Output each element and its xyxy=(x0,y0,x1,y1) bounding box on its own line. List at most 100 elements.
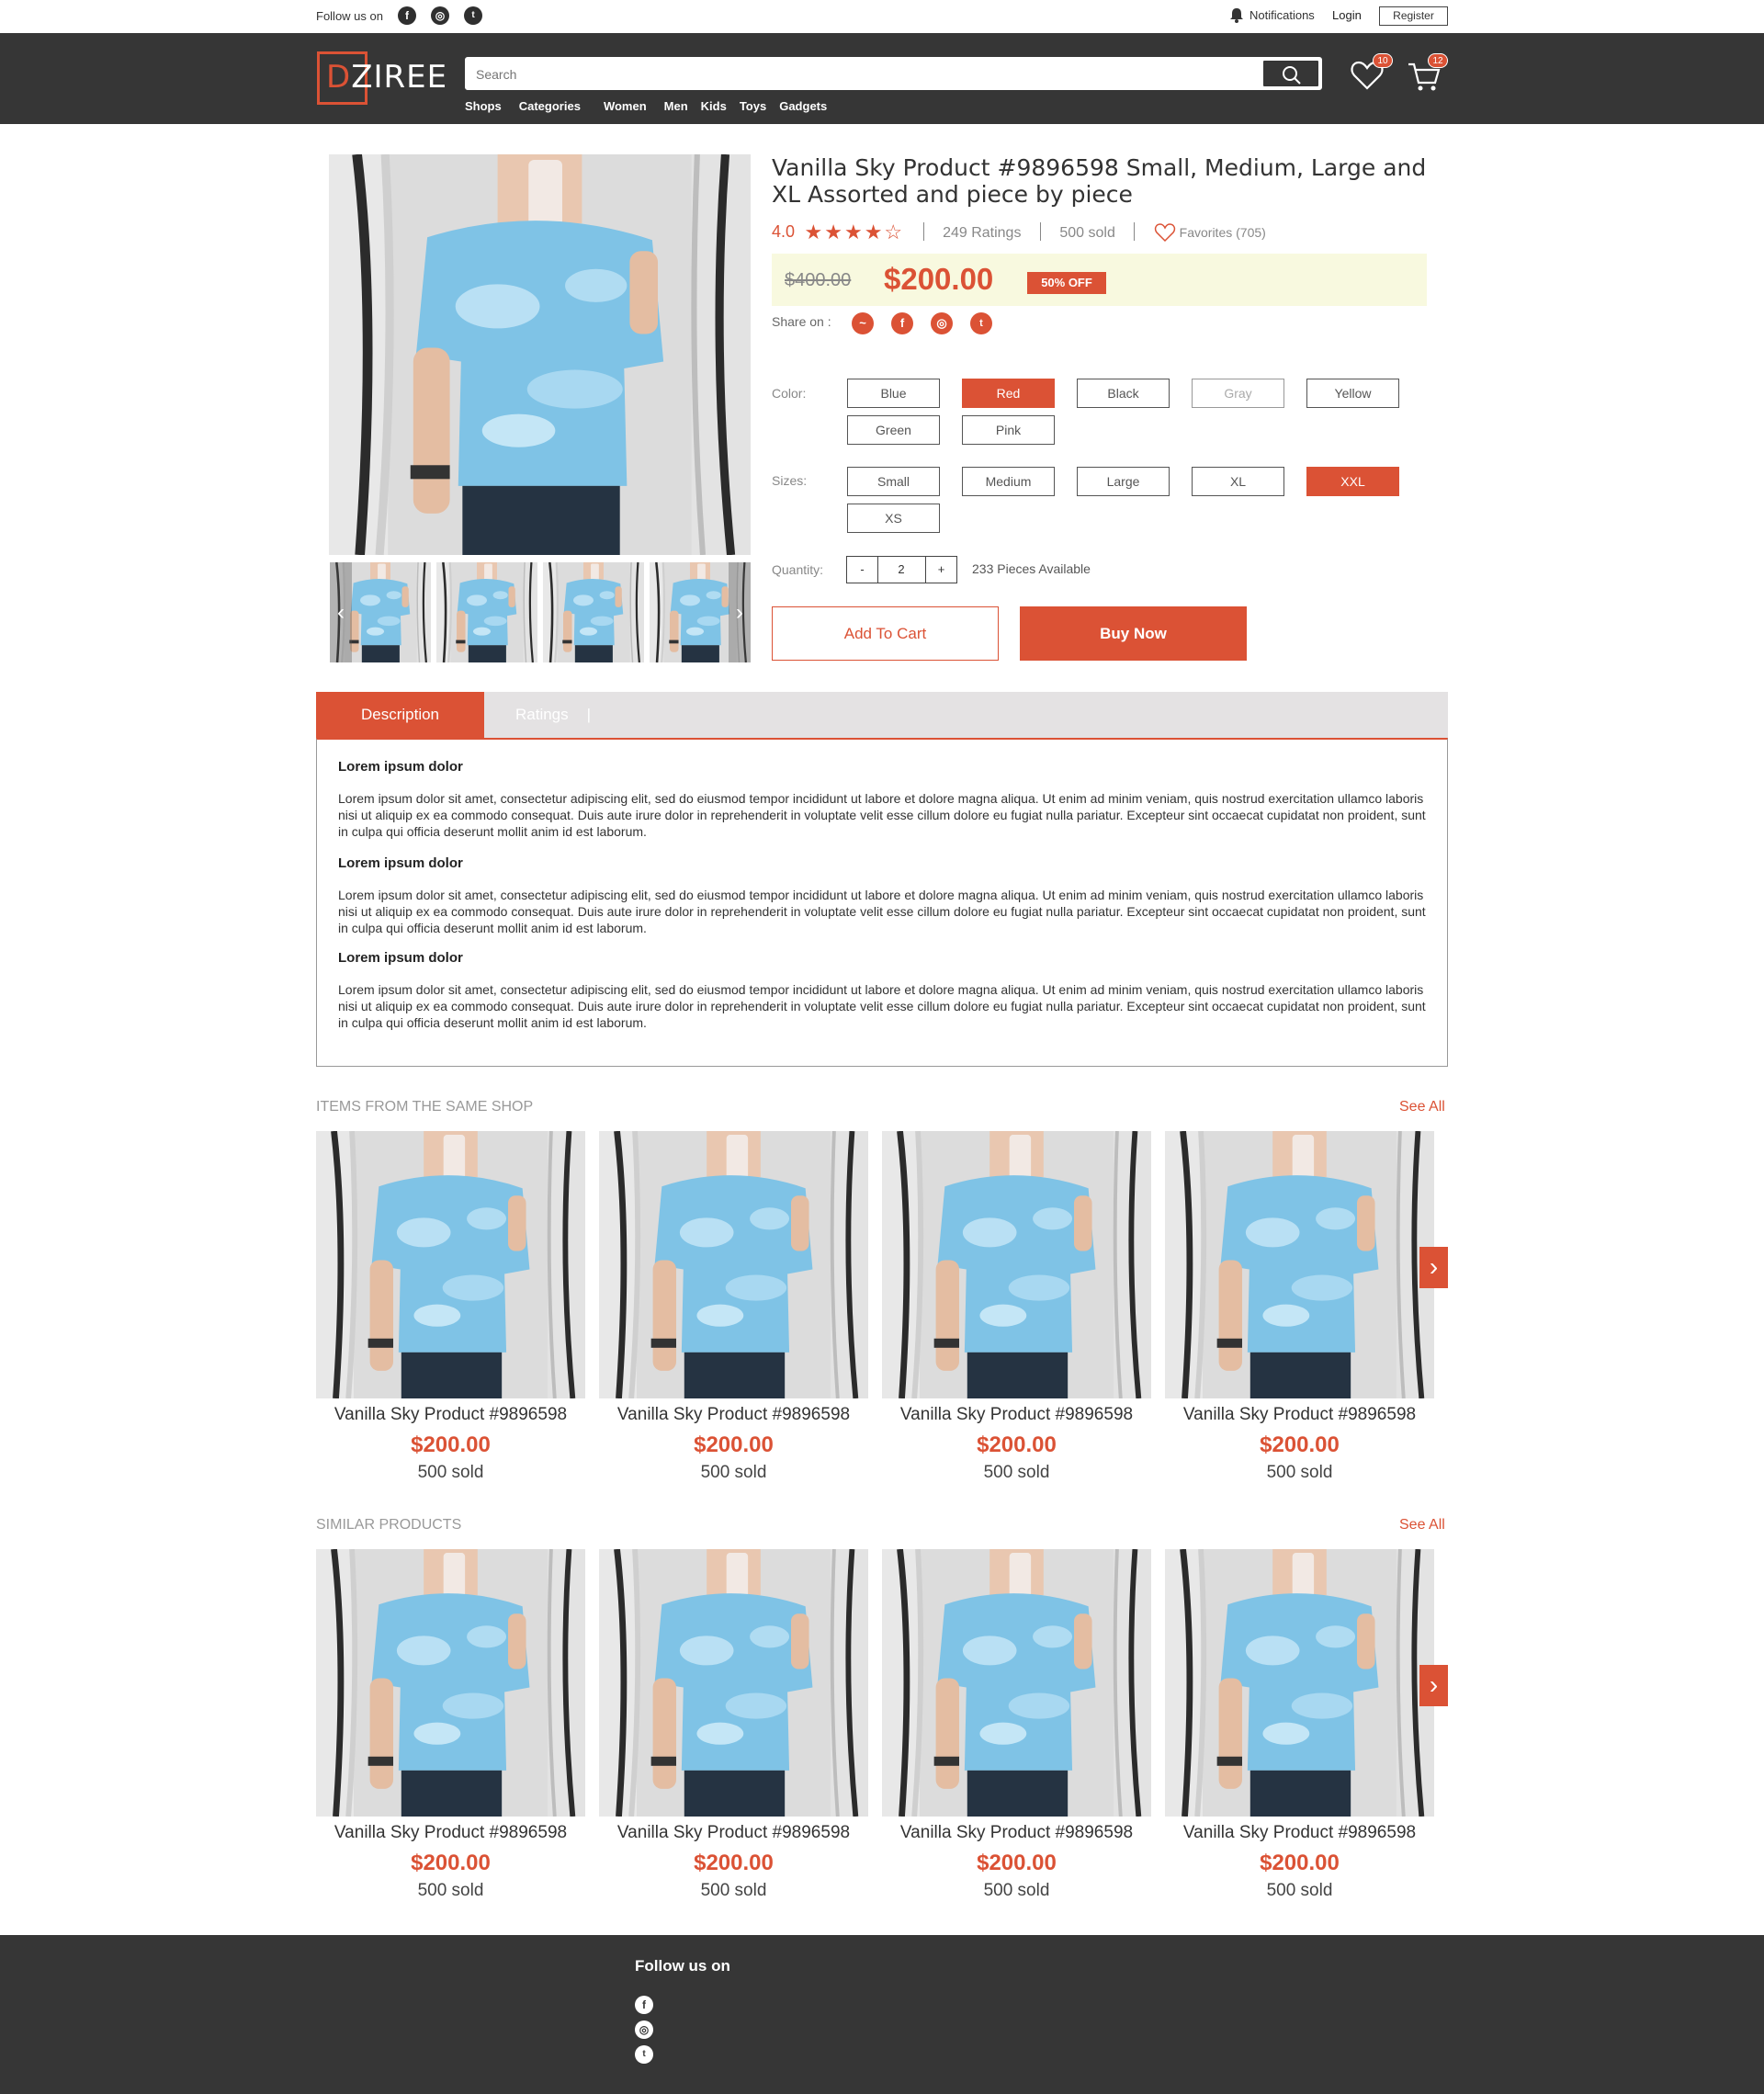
product-card-sold: 500 sold xyxy=(983,1463,1050,1482)
product-card-image[interactable] xyxy=(1165,1549,1434,1817)
product-card-image[interactable] xyxy=(599,1549,868,1817)
wishlist-button[interactable]: 10 xyxy=(1349,53,1393,94)
nav-item-men[interactable]: Men xyxy=(664,99,688,113)
ratings-count[interactable]: 249 Ratings xyxy=(943,225,1021,241)
facebook-icon[interactable]: f xyxy=(398,6,416,25)
product-main-image[interactable] xyxy=(329,154,751,555)
star-filled-icon: ★ xyxy=(864,221,885,243)
nav-item-toys[interactable]: Toys xyxy=(740,99,766,113)
color-option-black[interactable]: Black xyxy=(1077,379,1170,408)
similar-section-title: SIMILAR PRODUCTS xyxy=(316,1517,462,1533)
nav-item-gadgets[interactable]: Gadgets xyxy=(779,99,827,113)
header: DZIREE Shops Categories Women Men Kids Toys Ga… xyxy=(0,33,1764,124)
product-card-name: Vanilla Sky Product #9896598 xyxy=(334,1823,568,1842)
twitter-icon[interactable]: t xyxy=(635,2045,653,2064)
divider xyxy=(922,222,924,241)
product-card-price: $200.00 xyxy=(1260,1432,1340,1457)
product-card-name: Vanilla Sky Product #9896598 xyxy=(1182,1823,1417,1842)
register-button[interactable]: Register xyxy=(1379,6,1448,26)
quantity-label: Quantity: xyxy=(772,562,824,577)
thumbnail-next-button[interactable]: › xyxy=(729,562,751,662)
cart-button[interactable]: 12 xyxy=(1406,53,1448,94)
instagram-icon[interactable]: ◎ xyxy=(931,312,953,334)
product-thumbnail[interactable] xyxy=(543,562,644,662)
size-option-xl[interactable]: XL xyxy=(1192,467,1284,496)
logo-accent-letter: D xyxy=(326,59,352,96)
color-option-pink[interactable]: Pink xyxy=(962,415,1055,445)
buy-now-button[interactable]: Buy Now xyxy=(1020,606,1247,661)
instagram-icon[interactable]: ◎ xyxy=(431,6,449,25)
same-shop-next-button[interactable]: › xyxy=(1419,1247,1448,1288)
nav-item-shops[interactable]: Shops xyxy=(465,99,502,113)
description-heading: Lorem ipsum dolor xyxy=(338,950,463,966)
same-shop-see-all-link[interactable]: See All xyxy=(1399,1099,1445,1115)
similar-next-button[interactable]: › xyxy=(1419,1665,1448,1706)
chevron-right-icon: › xyxy=(1429,1670,1439,1699)
quantity-input[interactable]: 2 xyxy=(877,556,925,583)
size-option-small[interactable]: Small xyxy=(847,467,940,496)
search-icon xyxy=(1283,66,1301,85)
divider xyxy=(1039,222,1041,241)
favorites-label: Favorites (705) xyxy=(1179,225,1266,240)
facebook-icon[interactable]: f xyxy=(891,312,913,334)
category-nav: Shops Categories Women Men Kids Toys Gadgets xyxy=(465,98,844,115)
logo[interactable]: DZIREE xyxy=(317,51,447,105)
logo-text: DZIREE xyxy=(326,59,447,96)
quantity-decrease-button[interactable]: - xyxy=(846,556,878,583)
product-tabs: Description Ratings | xyxy=(316,692,1448,738)
product-card-image[interactable] xyxy=(316,1131,585,1398)
search-input[interactable] xyxy=(476,64,1211,85)
product-card-image[interactable] xyxy=(1165,1131,1434,1398)
discount-badge: 50% OFF xyxy=(1027,272,1106,294)
thumbnail-prev-button[interactable]: ‹ xyxy=(330,562,352,662)
bell-icon xyxy=(1230,8,1243,23)
product-card-sold: 500 sold xyxy=(417,1881,484,1900)
size-option-large[interactable]: Large xyxy=(1077,467,1170,496)
messenger-icon[interactable]: ~ xyxy=(852,312,874,334)
color-option-red[interactable]: Red xyxy=(962,379,1055,408)
product-card-price: $200.00 xyxy=(411,1851,491,1875)
product-thumbnail[interactable] xyxy=(436,562,537,662)
notifications-link[interactable]: Notifications xyxy=(1229,7,1315,23)
login-link[interactable]: Login xyxy=(1332,8,1362,22)
description-heading: Lorem ipsum dolor xyxy=(338,855,463,871)
twitter-icon[interactable]: t xyxy=(464,6,482,25)
add-to-cart-button[interactable]: Add To Cart xyxy=(772,606,999,661)
favorites-button[interactable]: Favorites (705) xyxy=(1154,223,1266,243)
search-button[interactable] xyxy=(1261,59,1320,88)
nav-item-women[interactable]: Women xyxy=(604,99,647,113)
star-rating: ★★★★☆ xyxy=(804,221,904,244)
star-filled-icon: ★ xyxy=(843,221,865,243)
size-option-xxl[interactable]: XXL xyxy=(1306,467,1399,496)
color-option-yellow[interactable]: Yellow xyxy=(1306,379,1399,408)
logo-word: ZIREE xyxy=(351,59,448,96)
footer-follow-label: Follow us on xyxy=(635,1957,730,1975)
product-card-image[interactable] xyxy=(882,1549,1151,1817)
color-option-blue[interactable]: Blue xyxy=(847,379,940,408)
product-card-image[interactable] xyxy=(599,1131,868,1398)
tab-ratings[interactable]: Ratings | xyxy=(515,692,591,738)
quantity-increase-button[interactable]: + xyxy=(925,556,957,583)
product-card-image[interactable] xyxy=(316,1549,585,1817)
description-paragraph: Lorem ipsum dolor sit amet, consectetur … xyxy=(338,982,1426,1030)
size-option-xs[interactable]: XS xyxy=(847,504,940,533)
search-bar xyxy=(465,57,1322,90)
cart-count-badge: 12 xyxy=(1428,53,1448,68)
divider xyxy=(1134,222,1136,241)
instagram-icon[interactable]: ◎ xyxy=(635,2020,653,2039)
facebook-icon[interactable]: f xyxy=(635,1996,653,2014)
color-option-green[interactable]: Green xyxy=(847,415,940,445)
nav-item-categories[interactable]: Categories xyxy=(519,99,581,113)
tab-description[interactable]: Description xyxy=(316,692,484,738)
twitter-icon[interactable]: t xyxy=(970,312,992,334)
product-card-sold: 500 sold xyxy=(700,1463,767,1482)
nav-item-kids[interactable]: Kids xyxy=(701,99,727,113)
product-card-image[interactable] xyxy=(882,1131,1151,1398)
product-card-price: $200.00 xyxy=(1260,1851,1340,1875)
similar-see-all-link[interactable]: See All xyxy=(1399,1517,1445,1534)
chevron-right-icon: › xyxy=(1429,1252,1439,1281)
color-label: Color: xyxy=(772,386,807,401)
product-card-sold: 500 sold xyxy=(417,1463,484,1482)
size-option-medium[interactable]: Medium xyxy=(962,467,1055,496)
product-card-name: Vanilla Sky Product #9896598 xyxy=(616,1823,851,1842)
